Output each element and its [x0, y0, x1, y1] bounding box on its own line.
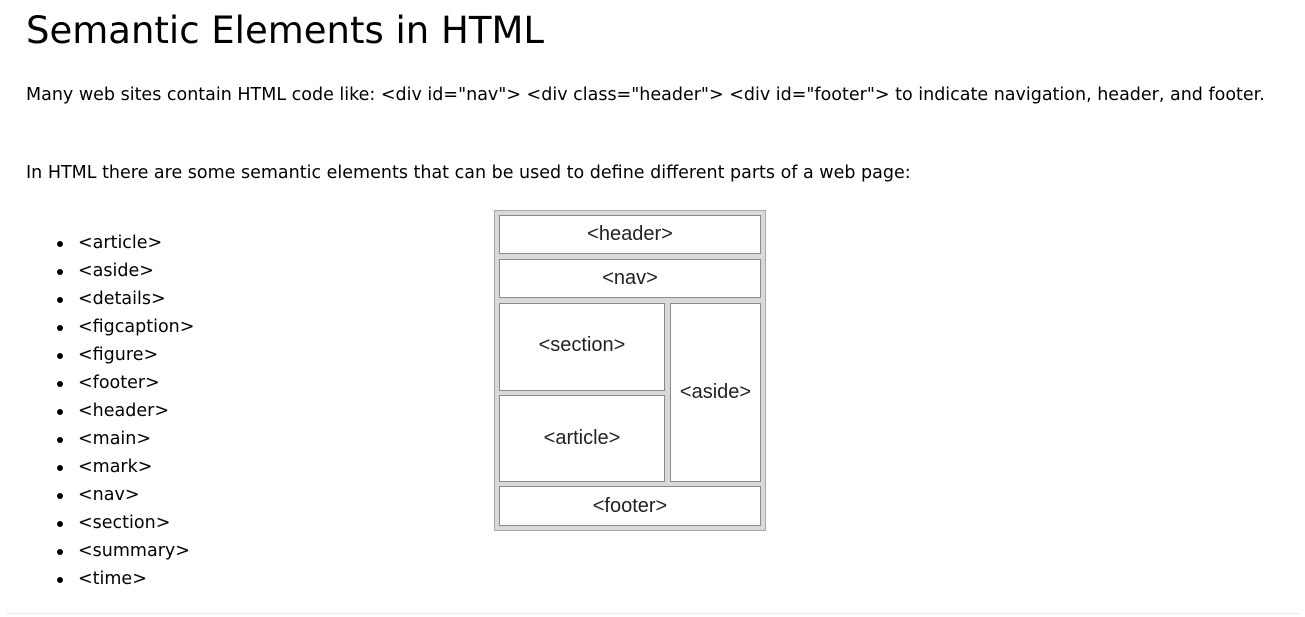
diagram-footer-label: <footer> — [592, 494, 668, 517]
diagram-section-label: <section> — [538, 333, 626, 356]
diagram-aside-label: <aside> — [679, 381, 752, 403]
list-item: <summary> — [56, 537, 194, 565]
diagram-article-label: <article> — [543, 427, 621, 449]
diagram-aside-box: <aside> — [670, 303, 761, 482]
list-item: <main> — [56, 425, 194, 453]
semantic-intro-paragraph: In HTML there are some semantic elements… — [26, 163, 911, 183]
diagram-header-box: <header> — [499, 215, 761, 254]
intro-paragraph: Many web sites contain HTML code like: <… — [26, 85, 1265, 105]
diagram-nav-box: <nav> — [499, 259, 761, 298]
diagram-section-box: <section> — [499, 303, 665, 391]
list-item: <details> — [56, 285, 194, 313]
list-item: <figure> — [56, 341, 194, 369]
section-divider — [6, 613, 1299, 614]
diagram-footer-box: <footer> — [499, 486, 761, 526]
diagram-header-label: <header> — [587, 223, 673, 245]
semantic-layout-diagram: <header> <nav> <section> <article> <asid… — [494, 210, 766, 531]
page-title: Semantic Elements in HTML — [26, 9, 544, 52]
semantic-elements-list: <article> <aside> <details> <figcaption>… — [26, 229, 194, 593]
diagram-article-box: <article> — [499, 395, 665, 482]
list-item: <nav> — [56, 481, 194, 509]
list-item: <section> — [56, 509, 194, 537]
list-item: <footer> — [56, 369, 194, 397]
list-item: <header> — [56, 397, 194, 425]
list-item: <mark> — [56, 453, 194, 481]
list-item: <aside> — [56, 257, 194, 285]
diagram-nav-label: <nav> — [602, 267, 658, 289]
list-item: <figcaption> — [56, 313, 194, 341]
list-item: <article> — [56, 229, 194, 257]
list-item: <time> — [56, 565, 194, 593]
